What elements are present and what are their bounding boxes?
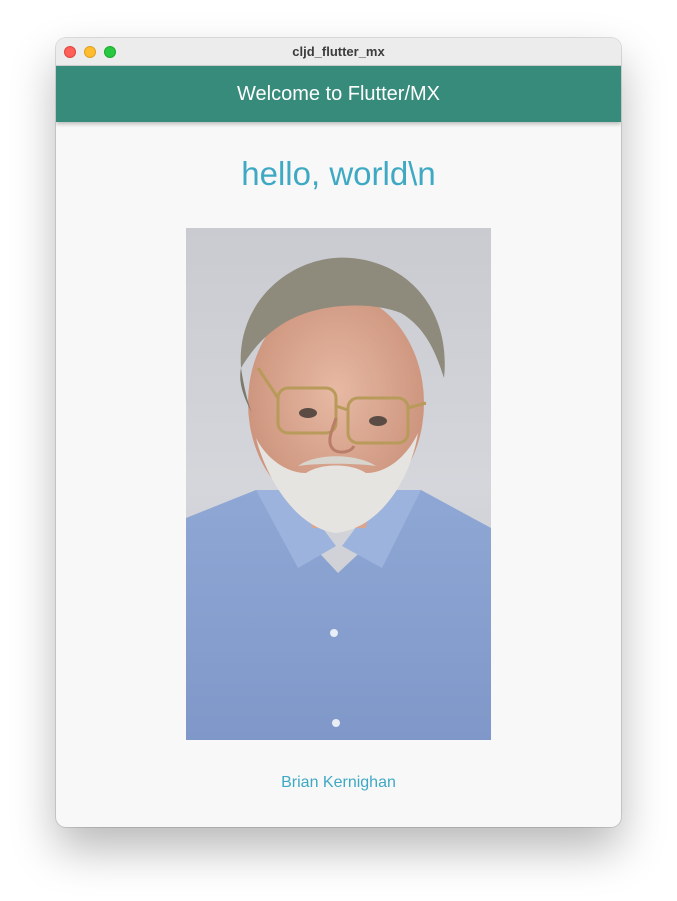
app-bar-title: Welcome to Flutter/MX (236, 83, 441, 105)
greeting-text: hello, world\n (241, 155, 436, 192)
app-bar: Welcome to Flutter/MX (56, 66, 621, 122)
portrait-image (186, 228, 491, 740)
app-window: cljd_flutter_mx Welcome to Flutter/MX he… (56, 38, 621, 827)
window-title: cljd_flutter_mx (292, 44, 385, 59)
portrait-caption: Brian Kernighan (281, 774, 396, 791)
portrait-illustration (186, 257, 491, 740)
window-titlebar[interactable]: cljd_flutter_mx (56, 38, 621, 66)
